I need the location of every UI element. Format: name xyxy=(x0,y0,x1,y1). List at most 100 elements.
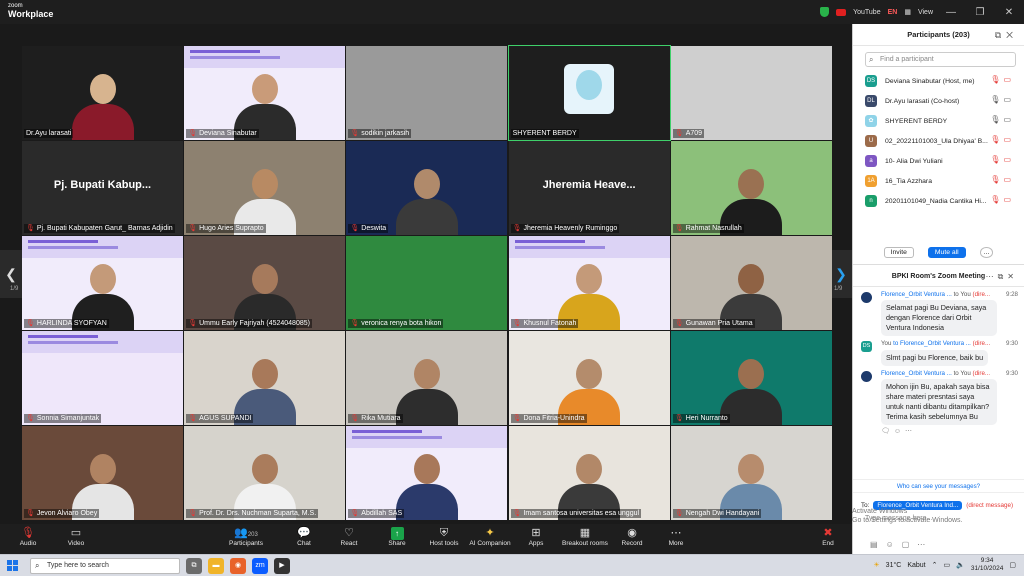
language-badge[interactable]: EN xyxy=(888,9,898,16)
host-tools-label: Host tools xyxy=(429,540,459,547)
participant-video-tile[interactable]: 🎙 Khusnul Fatonah xyxy=(508,236,670,330)
participant-row[interactable]: DL Dr.Ayu larasati (Co-host) 🎙▭ xyxy=(853,91,1024,111)
participant-video-tile[interactable]: 🎙 Rika Mutiara xyxy=(346,331,508,425)
participant-search-input[interactable]: ⌕ Find a participant xyxy=(865,52,1016,67)
close-panel-icon[interactable]: ✕ xyxy=(1006,30,1018,40)
participant-video-tile[interactable]: 🎙 Heri Nurranto xyxy=(670,331,832,425)
participant-video-tile[interactable]: 🎙 Jevon Alviaro Obey xyxy=(22,426,183,520)
participant-video-tile[interactable]: 🎙 HARLINDA SYOFYAN xyxy=(22,236,183,330)
file-icon[interactable]: ▢ xyxy=(902,540,918,549)
security-shield-icon[interactable] xyxy=(820,7,830,17)
speaker-view-icon[interactable]: ▦ xyxy=(904,8,911,16)
mute-all-button[interactable]: Mute all xyxy=(927,247,966,258)
direct-tag: (dire... xyxy=(972,370,991,377)
participant-row[interactable]: n 20201101049_Nadia Cantika Hi... 🎙▭ xyxy=(853,191,1024,211)
who-can-see-link[interactable]: Who can see your messages? xyxy=(853,479,1024,493)
chat-messages[interactable]: Florence_Orbit Ventura ... to You (dire.… xyxy=(853,287,1024,477)
task-view-icon[interactable]: ⧉ xyxy=(186,558,202,574)
participant-video-tile[interactable]: 🎙 Nengah Dwi Handayani xyxy=(670,426,832,520)
emoji-icon[interactable]: ☺ xyxy=(886,540,902,549)
participant-row[interactable]: a 10- Alia Dwi Yuliani 🎙▭ xyxy=(853,151,1024,171)
message-time: 9:30 xyxy=(1005,370,1018,377)
participant-video-tile[interactable]: 🎙 AGUS SUPANDI xyxy=(184,331,346,425)
chat-button[interactable]: 💬 Chat xyxy=(280,527,328,547)
chat-message[interactable]: Florence_Orbit Ventura ... to You (dire.… xyxy=(853,291,1024,336)
end-button[interactable]: ✖ End xyxy=(804,527,852,547)
chat-more-icon[interactable]: ⋯ xyxy=(986,272,998,281)
participant-video-tile[interactable]: 🎙 Sonnia Simanjuntak xyxy=(22,331,183,425)
react-button[interactable]: ♡ React xyxy=(325,527,373,547)
participant-name: 10- Alia Dwi Yuliani xyxy=(885,157,943,165)
muted-mic-icon: 🎙 xyxy=(512,320,522,327)
participant-video-tile[interactable]: 🎙 Gunawan Pria Utama xyxy=(670,236,832,330)
participant-video-tile[interactable]: 🎙 Ummu Early Fajriyah (4524048085) xyxy=(184,236,346,330)
participant-row[interactable]: ✿ SHYERENT BERDY 🎙▭ xyxy=(853,111,1024,131)
apps-button[interactable]: ⊞ Apps xyxy=(512,527,560,547)
close-icon[interactable]: ✕ xyxy=(998,7,1020,18)
file-explorer-icon[interactable]: ▬ xyxy=(208,558,224,574)
audio-button[interactable]: 🎙 Audio xyxy=(4,527,52,547)
participant-big-name: Jheremia Heave... xyxy=(542,179,636,191)
participant-video-tile[interactable]: Pj. Bupati Kabup... 🎙 Pj. Bupati Kabupaten… xyxy=(22,141,183,235)
firefox-icon[interactable]: ◉ xyxy=(230,558,246,574)
clock[interactable]: 9:34 31/10/2024 xyxy=(971,557,1004,573)
view-button[interactable]: View xyxy=(918,9,933,16)
weather-temp[interactable]: 31°C xyxy=(886,562,902,569)
participant-video-tile[interactable]: 🎙 Hugo Aries Suprapto xyxy=(184,141,346,235)
windows-start-icon[interactable] xyxy=(7,560,18,571)
participant-row[interactable]: 1A 16_Tia Azzhara 🎙▭ xyxy=(853,171,1024,191)
participant-video-tile[interactable]: 🎙 Rahmat Nasrullah xyxy=(670,141,832,235)
volume-icon[interactable]: 🔈 xyxy=(956,561,965,569)
host-tools-button[interactable]: ⛨ Host tools xyxy=(420,527,468,547)
youtube-label[interactable]: YouTube xyxy=(853,9,881,16)
invite-button[interactable]: Invite xyxy=(883,247,914,258)
popout-icon[interactable]: ⧉ xyxy=(995,30,1006,40)
message-meta: Florence_Orbit Ventura ... to You (dire.… xyxy=(881,370,1018,377)
restore-icon[interactable]: ❐ xyxy=(969,7,991,18)
participant-video-tile[interactable]: 🎙 Prof. Dr. Drs. Nuchman Suparta, M.S. xyxy=(184,426,346,520)
share-button[interactable]: ↑ Share xyxy=(373,527,421,547)
participant-video-tile[interactable]: 🎙 Imam santosa universitas esa unggul xyxy=(508,426,670,520)
ai-companion-button[interactable]: ✦ AI Companion xyxy=(466,527,514,547)
participant-video-tile[interactable]: 🎙 veronica renya bota hikon xyxy=(346,236,508,330)
participant-name-label: 🎙 HARLINDA SYOFYAN xyxy=(24,319,109,328)
participant-video-tile[interactable]: 🎙 Dona Fitria-Unindra xyxy=(508,331,670,425)
mic-camera-status-icon: 🎙▭ xyxy=(990,115,1014,124)
participants-button[interactable]: 👥203 Participants xyxy=(222,527,270,547)
network-icon[interactable]: ▭ xyxy=(943,561,950,569)
chat-tools: ▤☺▢⋯ xyxy=(870,540,933,549)
chat-popout-icon[interactable]: ⧉ xyxy=(998,272,1008,281)
chat-message[interactable]: DS You to Florence_Orbit Ventura ... (dir… xyxy=(853,340,1024,366)
participant-video-tile[interactable]: 🎙 A709 xyxy=(670,46,832,140)
video-button[interactable]: ▭ Video xyxy=(52,527,100,547)
shield-icon: ⛨ xyxy=(439,527,449,539)
participant-video-tile[interactable]: SHYERENT BERDY xyxy=(507,45,671,141)
participants-more-button[interactable]: ... xyxy=(979,247,994,258)
more-button[interactable]: ⋯ More xyxy=(652,527,700,547)
participant-video xyxy=(395,359,458,425)
participant-video-tile[interactable]: 🎙 Abdillah SAS xyxy=(346,426,508,520)
chat-close-icon[interactable]: ✕ xyxy=(1007,272,1018,281)
participant-row[interactable]: U 02_20221101003_Ula Dhiyaa' B... 🎙▭ xyxy=(853,131,1024,151)
record-button[interactable]: ◉ Record xyxy=(608,527,656,547)
format-icon[interactable]: ▤ xyxy=(870,540,886,549)
media-player-icon[interactable]: ▶ xyxy=(274,558,290,574)
participant-video-tile[interactable]: 🎙 sodikin jarkasih xyxy=(346,46,508,140)
zoom-taskbar-icon[interactable]: zm xyxy=(252,558,268,574)
participant-video-tile[interactable]: Jheremia Heave... 🎙 Jheremia Heavenly Rumi… xyxy=(508,141,670,235)
chat-message[interactable]: Florence_Orbit Ventura ... to You (dire.… xyxy=(853,370,1024,425)
participant-video-tile[interactable]: 🎙 Deswita xyxy=(346,141,508,235)
participant-row[interactable]: DS Deviana Sinabutar (Host, me) 🎙▭ xyxy=(853,71,1024,91)
chat-icon: 💬 xyxy=(297,527,311,539)
notifications-icon[interactable]: ▢ xyxy=(1009,561,1016,569)
weather-desc[interactable]: Kabut xyxy=(907,562,925,569)
participant-video-tile[interactable]: Dr.Ayu larasati xyxy=(22,46,183,140)
breakout-rooms-button[interactable]: ▦ Breakout rooms xyxy=(556,527,614,547)
message-reaction-icons[interactable]: 🗨☺⋯ xyxy=(853,427,1024,435)
minimize-icon[interactable]: — xyxy=(940,7,962,18)
participant-list[interactable]: DS Deviana Sinabutar (Host, me) 🎙▭ DL Dr.Ayu… xyxy=(853,71,1024,241)
chat-more-tools-icon[interactable]: ⋯ xyxy=(917,540,933,549)
taskbar-search-input[interactable]: ⌕ Type here to search xyxy=(30,558,180,574)
participant-video-tile[interactable]: 🎙 Deviana Sinabutar xyxy=(184,46,346,140)
tray-chevron-icon[interactable]: ⌃ xyxy=(932,561,938,569)
